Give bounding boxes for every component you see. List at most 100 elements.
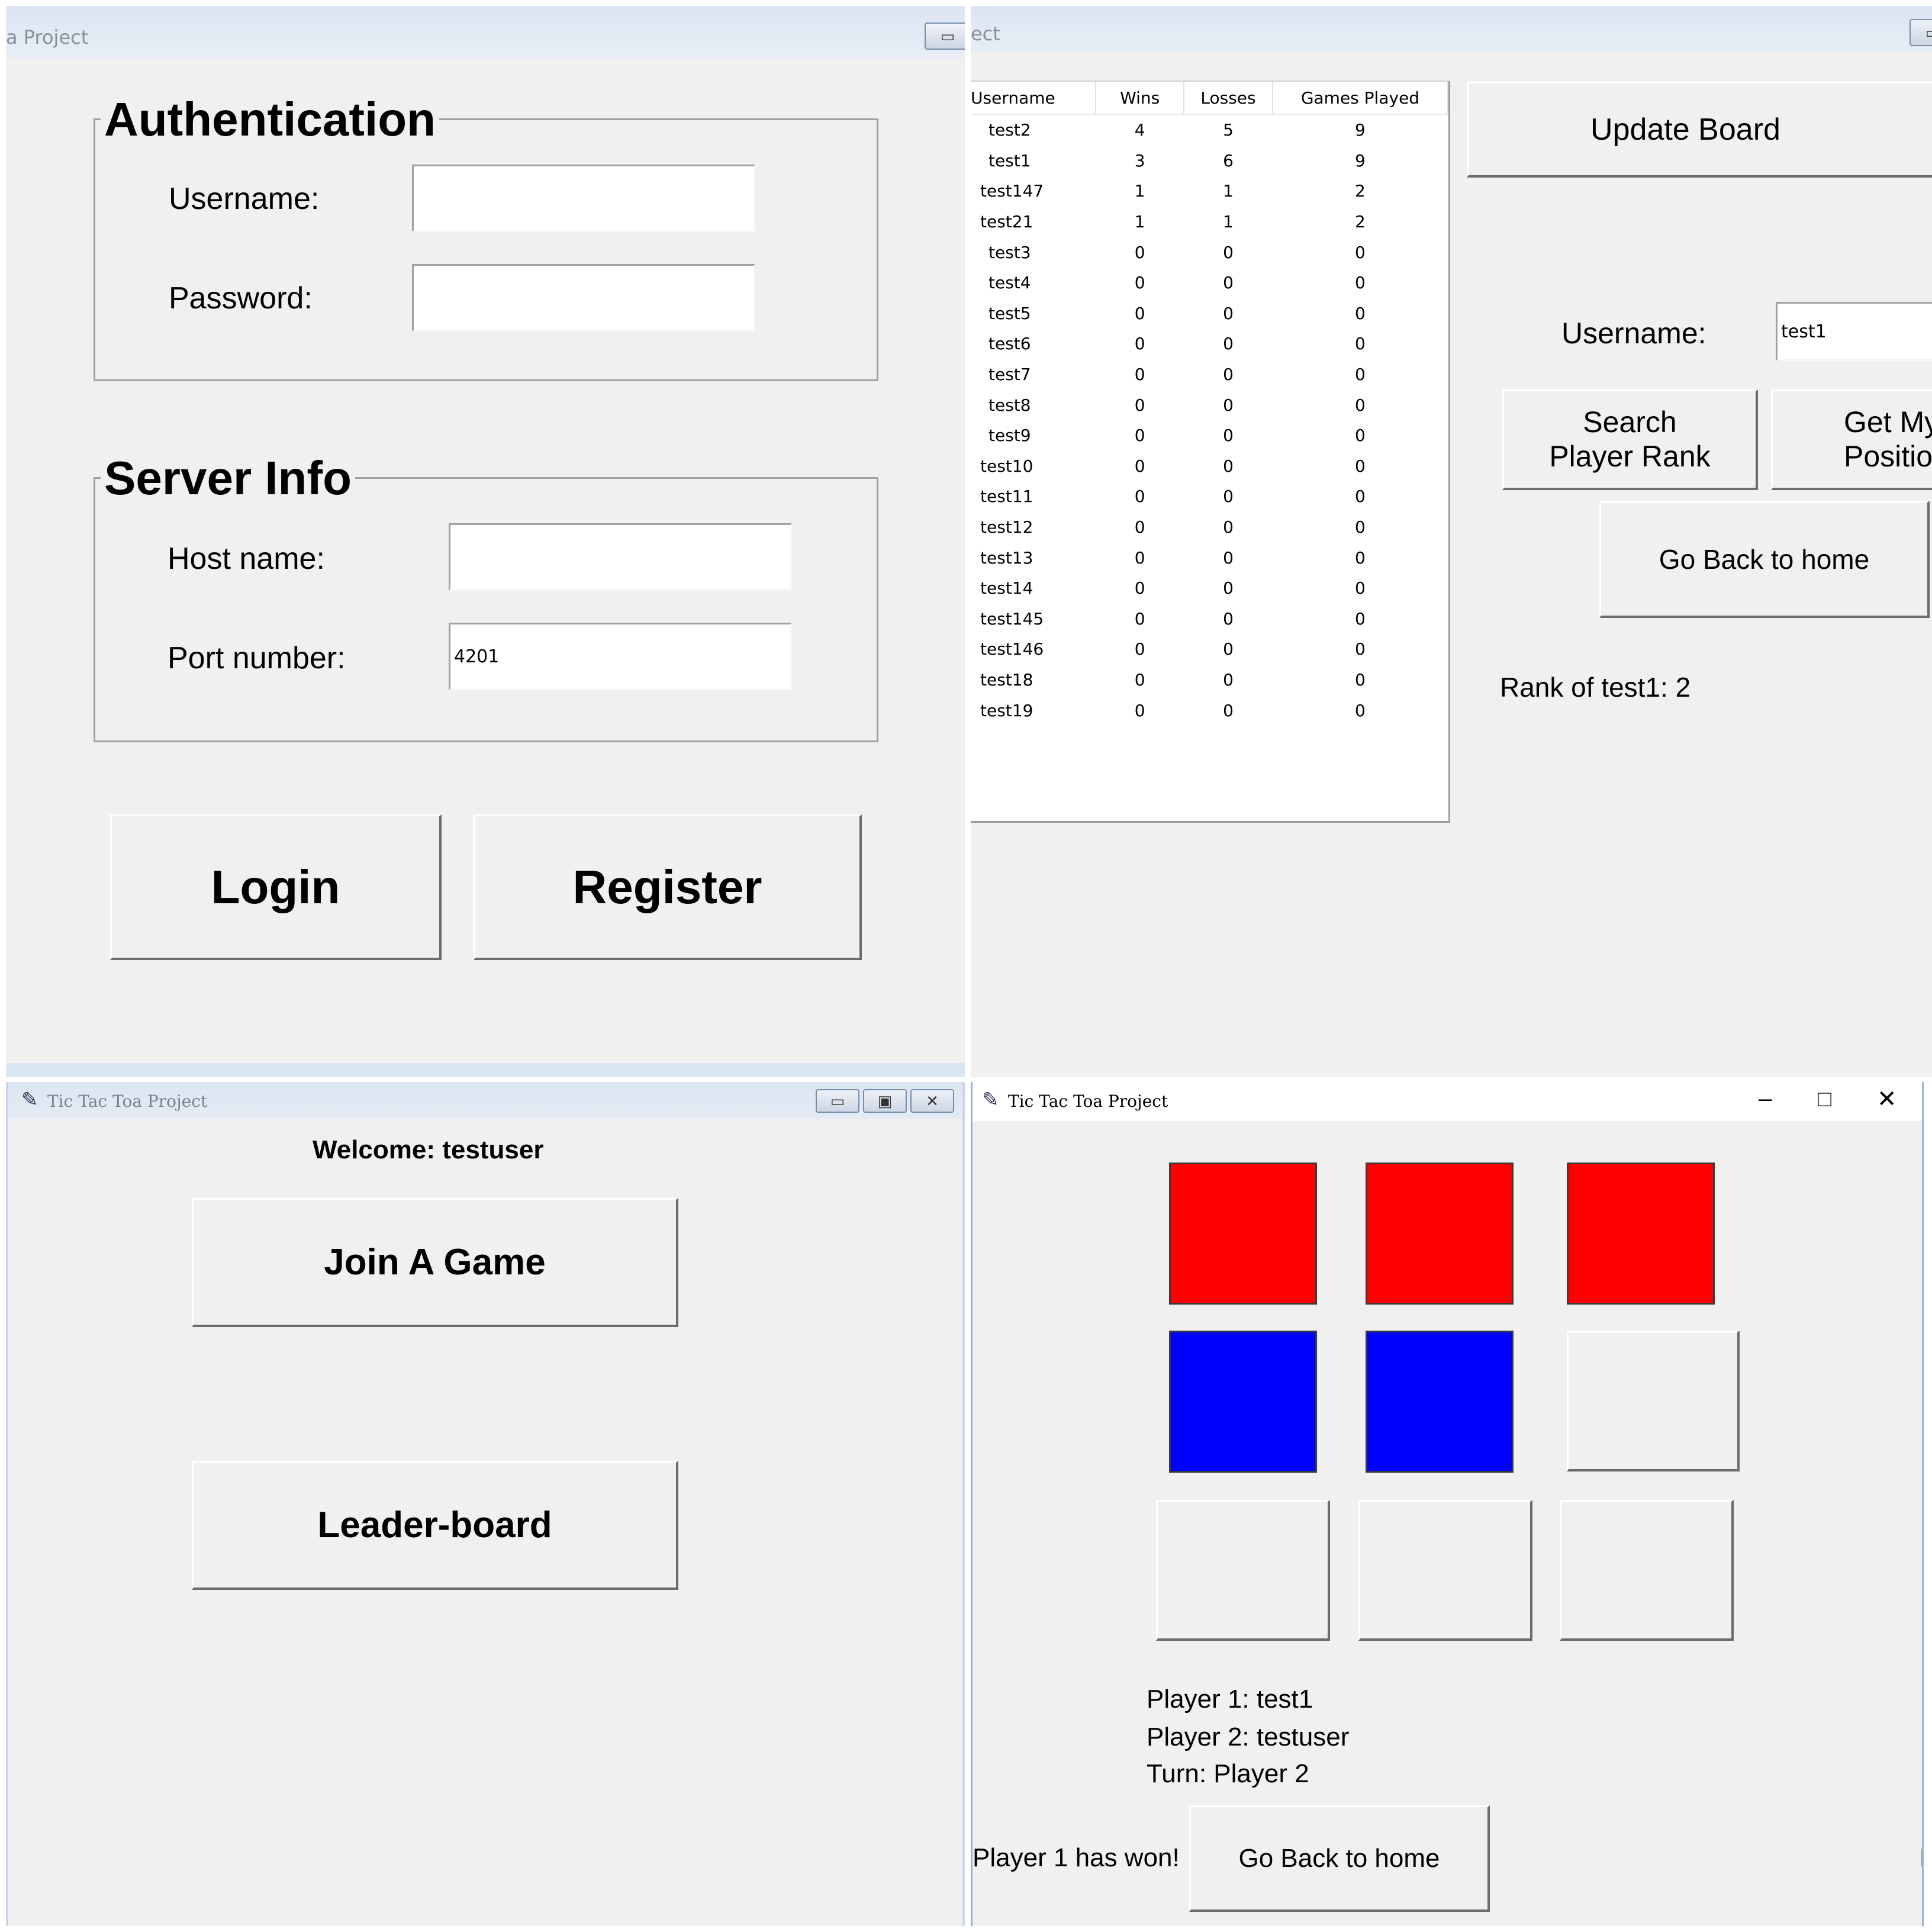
table-cell: 0 [1355, 426, 1366, 446]
get-my-position-button[interactable]: Get My Position [1771, 389, 1932, 490]
table-row[interactable]: test18 0 0 0 [971, 665, 1448, 695]
leaderboard-window-title: ect [971, 22, 1000, 45]
table-cell: 9 [1355, 150, 1366, 170]
table-row[interactable]: test1 3 6 9 [971, 146, 1448, 176]
table-cell: 0 [1134, 365, 1145, 385]
search-player-rank-button[interactable]: Search Player Rank [1502, 389, 1758, 490]
home-window-title: Tic Tac Toa Project [47, 1091, 208, 1111]
table-row[interactable]: test4 0 0 0 [971, 268, 1448, 298]
table-cell: 0 [1355, 273, 1366, 293]
board-cell[interactable] [1169, 1163, 1317, 1305]
table-cell: 0 [1223, 578, 1234, 598]
host-name-input[interactable] [449, 523, 792, 591]
table-cell: 1 [1134, 212, 1145, 232]
table-cell: 0 [1355, 700, 1366, 720]
table-cell: 0 [1355, 365, 1366, 385]
leaderboard-table-body: test2 4 5 9 test1 3 6 9 test147 1 1 2 test21 1 1 2 test3… [971, 114, 1448, 726]
table-row[interactable]: test6 0 0 0 [971, 329, 1448, 359]
table-row[interactable]: test9 0 0 0 [971, 420, 1448, 451]
table-cell: test3 [988, 242, 1031, 262]
table-row[interactable]: test7 0 0 0 [971, 359, 1448, 390]
table-cell: 1 [1223, 181, 1234, 201]
join-game-button[interactable]: Join A Game [192, 1198, 678, 1327]
table-cell: 0 [1355, 395, 1366, 415]
board-cell[interactable] [1567, 1331, 1740, 1471]
table-cell: 5 [1223, 120, 1234, 140]
leaderboard-table-panel[interactable]: Username Wins Losses Games Played test2 4… [971, 80, 1450, 823]
close-icon[interactable]: ✕ [910, 1089, 954, 1113]
leaderboard-username-input[interactable]: test1 [1776, 302, 1932, 361]
table-row[interactable]: test145 0 0 0 [971, 604, 1448, 635]
minimize-icon[interactable]: ▭ [925, 22, 965, 50]
table-cell: 0 [1134, 517, 1145, 537]
board-cell[interactable] [1156, 1500, 1330, 1641]
table-header-row: Username Wins Losses Games Played [971, 82, 1448, 115]
home-window: ✎ Tic Tac Toa Project ▭ ▣ ✕ Welcome: tes… [6, 1082, 965, 1926]
table-row[interactable]: test146 0 0 0 [971, 634, 1448, 665]
table-cell: 0 [1223, 517, 1234, 537]
login-window-title: a Project [6, 26, 89, 49]
table-row[interactable]: test2 4 5 9 [971, 114, 1448, 146]
table-row[interactable]: test11 0 0 0 [971, 481, 1448, 512]
column-header-username[interactable]: Username [971, 82, 1097, 115]
table-cell: 0 [1223, 242, 1234, 262]
update-board-button[interactable]: Update Board [1467, 82, 1932, 178]
go-back-home-button[interactable]: Go Back to home [1599, 501, 1930, 618]
board-cell[interactable] [1169, 1331, 1317, 1473]
username-input[interactable] [412, 165, 755, 232]
table-row[interactable]: test19 0 0 0 [971, 695, 1448, 726]
table-cell: 1 [1223, 212, 1234, 232]
leaderboard-button[interactable]: Leader-board [192, 1461, 678, 1590]
minimize-icon[interactable]: ▭ [1910, 19, 1932, 46]
table-row[interactable]: test14 0 0 0 [971, 573, 1448, 604]
port-number-input[interactable]: 4201 [449, 623, 792, 690]
game-go-back-home-button[interactable]: Go Back to home [1189, 1805, 1490, 1912]
maximize-icon[interactable]: ▣ [863, 1089, 907, 1113]
table-cell: 0 [1223, 334, 1234, 354]
table-row[interactable]: test12 0 0 0 [971, 512, 1448, 543]
table-cell: 0 [1355, 548, 1366, 568]
column-header-games-played[interactable]: Games Played [1272, 82, 1448, 115]
maximize-icon[interactable]: □ [1818, 1087, 1831, 1112]
server-info-frame [94, 477, 878, 742]
cut-off-text: F [1920, 1843, 1922, 1873]
table-cell: 0 [1355, 456, 1366, 476]
table-cell: 0 [1223, 303, 1234, 323]
table-row[interactable]: test13 0 0 0 [971, 542, 1448, 573]
search-button-line2: Player Rank [1549, 439, 1711, 473]
game-result-label: Player 1 has won! [973, 1843, 1180, 1872]
table-row[interactable]: test8 0 0 0 [971, 389, 1448, 420]
close-icon[interactable]: ✕ [1877, 1086, 1897, 1113]
board-cell[interactable] [1366, 1163, 1514, 1305]
username-label: Username: [169, 182, 320, 216]
board-cell[interactable] [1358, 1500, 1532, 1641]
table-cell: 0 [1355, 639, 1366, 659]
authentication-legend: Authentication [101, 96, 439, 143]
table-cell: test6 [988, 334, 1031, 354]
table-row[interactable]: test10 0 0 0 [971, 451, 1448, 482]
table-cell: 0 [1134, 700, 1145, 720]
table-cell: test14 [980, 578, 1033, 598]
player2-label: Player 2: testuser [1147, 1722, 1350, 1751]
minimize-icon[interactable]: – [1759, 1086, 1772, 1112]
register-button[interactable]: Register [474, 814, 862, 960]
password-input[interactable] [412, 264, 755, 331]
login-button[interactable]: Login [110, 814, 442, 960]
table-row[interactable]: test21 1 1 2 [971, 207, 1448, 237]
board-cell[interactable] [1567, 1163, 1715, 1305]
table-cell: 0 [1355, 334, 1366, 354]
column-header-wins[interactable]: Wins [1096, 82, 1185, 115]
table-cell: 0 [1223, 700, 1234, 720]
home-titlebar: ✎ Tic Tac Toa Project ▭ ▣ ✕ [8, 1082, 962, 1119]
table-cell: 0 [1134, 608, 1145, 629]
table-row[interactable]: test147 1 1 2 [971, 176, 1448, 207]
leaderboard-titlebar: ect ▭ [971, 6, 1932, 53]
table-row[interactable]: test3 0 0 0 [971, 237, 1448, 268]
board-cell[interactable] [1366, 1331, 1514, 1473]
table-row[interactable]: test5 0 0 0 [971, 298, 1448, 329]
column-header-losses[interactable]: Losses [1184, 82, 1273, 115]
board-cell[interactable] [1560, 1500, 1734, 1641]
minimize-icon[interactable]: ▭ [816, 1089, 859, 1113]
feather-icon: ✎ [982, 1089, 999, 1111]
table-cell: 0 [1134, 578, 1145, 598]
